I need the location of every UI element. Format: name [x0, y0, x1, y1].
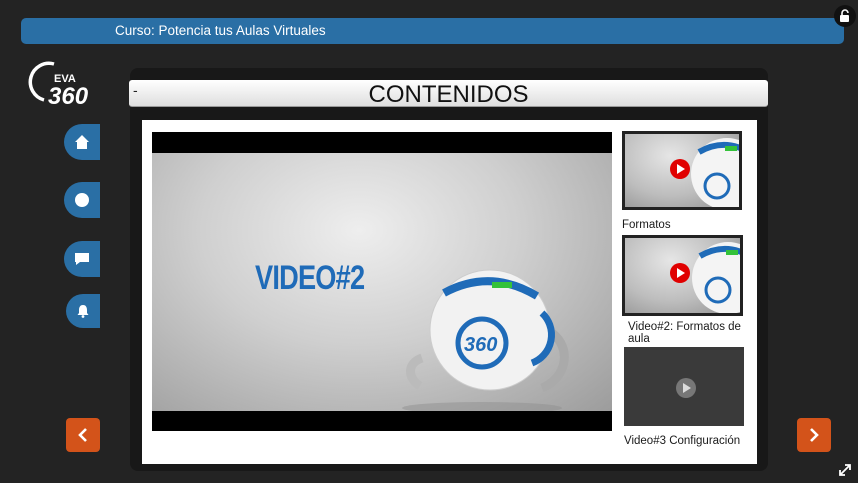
next-button[interactable]: [797, 418, 831, 452]
panel-title: CONTENIDOS: [368, 81, 529, 108]
fullscreen-button[interactable]: [834, 459, 856, 481]
robot-mascot-image: 360: [402, 269, 569, 411]
expand-icon: [839, 464, 851, 476]
contents-panel-header: - CONTENIDOS: [129, 80, 768, 108]
svg-text:360: 360: [48, 83, 89, 108]
video-title-overlay: VIDEO#2: [255, 259, 365, 297]
unlock-icon: [840, 9, 849, 22]
home-icon: [75, 135, 89, 149]
svg-text:360: 360: [464, 334, 497, 356]
sidebar-home-button[interactable]: [64, 124, 100, 160]
previous-button[interactable]: [66, 418, 100, 452]
playlist-caption-3: Video#3 Configuración: [624, 435, 741, 447]
playlist-thumbnail-2[interactable]: [622, 235, 743, 316]
playlist-caption-1: Formatos: [622, 219, 671, 231]
video-player[interactable]: VIDEO#2 360: [152, 132, 612, 431]
play-icon: [670, 263, 690, 283]
course-title: Curso: Potencia tus Aulas Virtuales: [115, 23, 326, 38]
playlist-thumbnail-3[interactable]: [624, 347, 744, 426]
playlist-caption-2: Video#2: Formatos de aula: [628, 321, 741, 345]
chat-icon: [75, 253, 89, 265]
unlock-button[interactable]: [834, 5, 856, 27]
play-icon: [676, 378, 696, 398]
playlist-thumbnail-1[interactable]: [622, 131, 742, 210]
sidebar-circle-button[interactable]: [64, 182, 100, 218]
circle-icon: [75, 193, 89, 207]
bell-icon: [77, 305, 89, 318]
sidebar-notifications-button[interactable]: [66, 294, 100, 328]
course-title-bar: Curso: Potencia tus Aulas Virtuales: [21, 18, 844, 44]
eva360-logo: EVA 360: [28, 56, 98, 110]
play-icon: [670, 159, 690, 179]
chevron-left-icon: [78, 428, 87, 442]
video-frame: VIDEO#2 360: [152, 153, 612, 411]
chevron-right-icon: [810, 428, 819, 442]
sidebar-chat-button[interactable]: [64, 241, 100, 277]
